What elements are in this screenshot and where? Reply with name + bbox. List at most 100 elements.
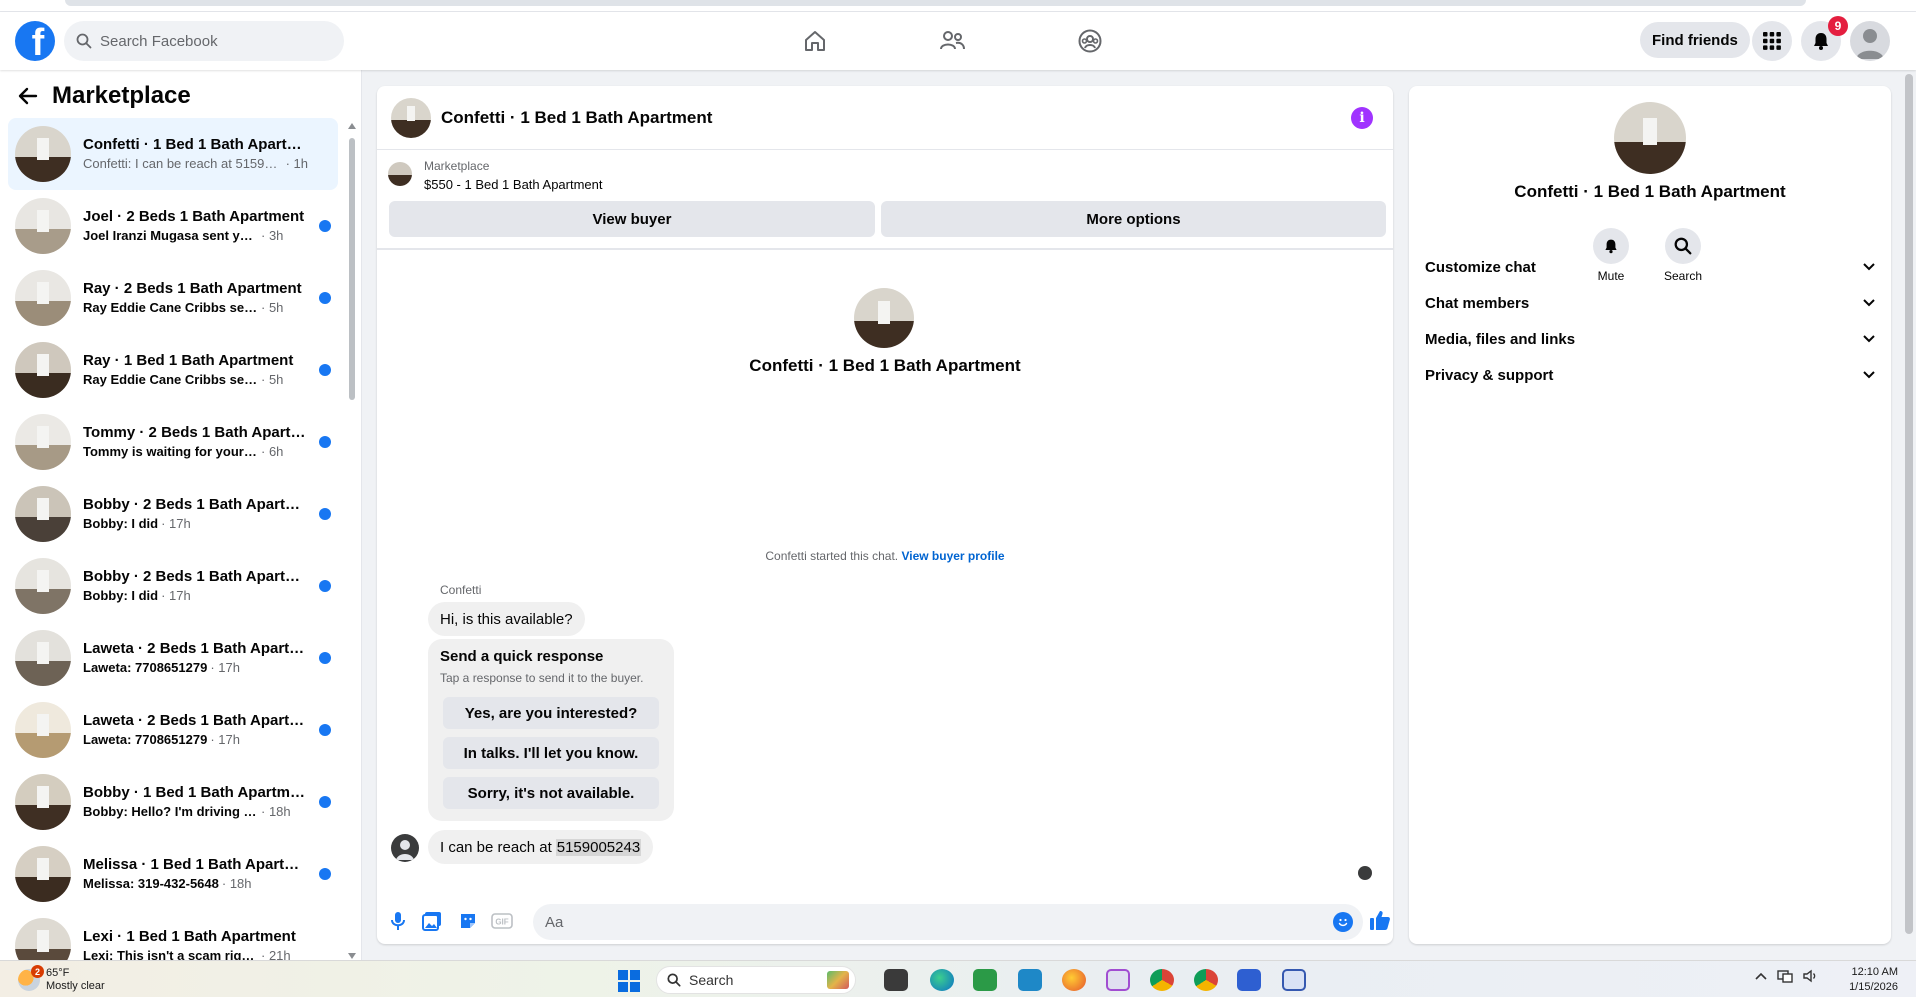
conversation-avatar [15,558,71,614]
sidebar-scrollbar[interactable] [347,122,357,960]
sticker-icon[interactable] [457,910,479,932]
message-input-wrapper[interactable] [533,904,1363,940]
bell-icon [1814,33,1828,50]
message-input[interactable] [545,913,1305,931]
weather-widget[interactable]: 2 65°F Mostly clear [18,965,105,993]
facebook-logo-icon[interactable]: f [15,21,55,61]
friends-icon[interactable] [936,25,968,57]
conversation-text: Melissa · 1 Bed 1 Bath Apartme... Melissa… [83,855,308,893]
conversation-item[interactable]: Confetti · 1 Bed 1 Bath Apartment Confett… [8,118,338,190]
conversation-item[interactable]: Laweta · 2 Beds 1 Bath Apartm... Laweta: … [8,622,338,694]
task-view-icon[interactable] [884,969,908,991]
volume-icon[interactable] [1803,969,1819,983]
quick-response-yes-button[interactable]: Yes, are you interested? [443,697,659,729]
quick-response-title: Send a quick response [440,648,604,665]
conversation-time: · 6h [261,444,284,459]
quick-response-not-available-button[interactable]: Sorry, it's not available. [443,777,659,809]
message-bubble[interactable]: Hi, is this available? [428,602,585,636]
conversation-item[interactable]: Ray · 1 Bed 1 Bath Apartment Ray Eddie Ca… [8,334,338,406]
windows-start-icon[interactable] [618,970,640,992]
chrome-icon[interactable] [1150,969,1174,991]
section-label: Customize chat [1425,258,1536,276]
conversation-item[interactable]: Lexi · 1 Bed 1 Bath Apartment Lexi: This … [8,910,338,960]
reply-message-bubble[interactable]: I can be reach at 5159005243 [428,830,654,864]
facebook-search-input[interactable] [100,32,320,50]
sidebar-scrollbar-thumb[interactable] [349,138,355,400]
unread-indicator [319,436,331,448]
groups-icon[interactable] [1074,25,1106,57]
customize-chat-section[interactable]: Customize chat [1425,249,1875,285]
conversation-item[interactable]: Bobby · 2 Beds 1 Bath Apartm... Bobby: I … [8,550,338,622]
conversation-avatar [15,846,71,902]
conversation-avatar [15,342,71,398]
conversation-text: Tommy · 2 Beds 1 Bath Apartm... Tommy is … [83,423,308,461]
weather-icon: 2 [18,965,44,991]
snipping-tool-icon[interactable] [1106,969,1130,991]
chrome-profile-icon[interactable] [1194,969,1218,991]
listing-name[interactable]: $550 - 1 Bed 1 Bath Apartment [424,177,603,192]
vpn-shield-icon[interactable] [1237,969,1261,991]
windows-taskbar: 2 65°F Mostly clear Search 12:10 AM 1/15… [0,960,1916,997]
reply-phone-number[interactable]: 5159005243 [555,838,642,856]
conversation-snippet: Bobby: I did · 17h [83,587,308,605]
conversation-snippet-text: Laweta: 7708651279 [83,660,208,675]
firefox-icon[interactable] [1062,969,1086,991]
view-buyer-button[interactable]: View buyer [389,201,875,237]
chat-header-avatar[interactable] [391,97,431,138]
media-files-links-section[interactable]: Media, files and links [1425,321,1875,357]
conversation-item[interactable]: Bobby · 2 Beds 1 Bath Apartm... Bobby: I … [8,478,338,550]
sheets-app-icon[interactable] [973,969,997,991]
more-options-button[interactable]: More options [881,201,1386,237]
conversation-item[interactable]: Laweta · 2 Beds 1 Bath Apartm... Laweta: … [8,694,338,766]
conversation-title: Tommy · 2 Beds 1 Bath Apartm... [83,424,308,441]
unread-indicator [319,796,331,808]
conversation-snippet-text: Ray Eddie Cane Cribbs sent you ... [83,372,258,387]
conversation-item[interactable]: Bobby · 1 Bed 1 Bath Apartment Bobby: Hel… [8,766,338,838]
chat-header-title[interactable]: Confetti · 1 Bed 1 Bath Apartment [441,108,712,128]
network-icon[interactable] [1777,969,1793,983]
menu-grid-button[interactable] [1752,21,1792,61]
app-extra-icon[interactable] [1282,969,1306,991]
taskbar-search-label: Search [689,972,734,988]
privacy-support-section[interactable]: Privacy & support [1425,357,1875,393]
page-scrollbar[interactable] [1903,70,1916,960]
scroll-down-icon[interactable] [348,952,356,960]
microphone-icon[interactable] [387,910,409,932]
facebook-search[interactable] [64,21,344,61]
conversation-snippet: Melissa: 319-432-5648 · 18h [83,875,308,893]
sender-avatar[interactable] [391,834,419,862]
find-friends-button[interactable]: Find friends [1640,22,1750,58]
conversation-item[interactable]: Joel · 2 Beds 1 Bath Apartment Joel Iranz… [8,190,338,262]
photo-icon[interactable] [421,910,443,932]
conversation-time: · 17h [161,516,191,531]
conversation-text: Lexi · 1 Bed 1 Bath Apartment Lexi: This … [83,927,308,960]
conversation-time: · 17h [161,588,191,603]
emoji-icon[interactable] [1333,912,1353,932]
system-clock[interactable]: 12:10 AM 1/15/2026 [1840,965,1898,995]
conversation-text: Bobby · 1 Bed 1 Bath Apartment Bobby: Hel… [83,783,308,821]
info-icon[interactable]: i [1351,107,1373,129]
taskbar-search[interactable]: Search [656,966,856,994]
browser-strip [0,0,1916,12]
chat-members-section[interactable]: Chat members [1425,285,1875,321]
back-arrow-icon[interactable] [18,86,38,106]
chat-panel: Confetti · 1 Bed 1 Bath Apartment i Mark… [377,86,1393,944]
chevron-up-icon[interactable] [1755,972,1767,980]
profile-avatar[interactable] [1850,21,1890,61]
quick-response-in-talks-button[interactable]: In talks. I'll let you know. [443,737,659,769]
app-s-icon[interactable] [1018,969,1042,991]
conversation-item[interactable]: Ray · 2 Beds 1 Bath Apartment Ray Eddie C… [8,262,338,334]
page-scrollbar-thumb[interactable] [1905,74,1913,934]
conversation-snippet: Confetti: I can be reach at 5159005... · … [83,155,308,173]
info-avatar[interactable] [1614,102,1686,174]
chat-started-text: Confetti started this chat. [765,549,899,563]
home-icon[interactable] [799,25,831,57]
scroll-up-icon[interactable] [348,122,356,130]
conversation-item[interactable]: Tommy · 2 Beds 1 Bath Apartm... Tommy is … [8,406,338,478]
like-thumb-icon[interactable] [1368,908,1392,932]
gif-icon[interactable]: GIF [491,910,513,932]
edge-browser-icon[interactable] [930,969,954,991]
conversation-item[interactable]: Melissa · 1 Bed 1 Bath Apartme... Melissa… [8,838,338,910]
listing-photo [391,97,431,138]
view-buyer-profile-link[interactable]: View buyer profile [901,549,1004,563]
